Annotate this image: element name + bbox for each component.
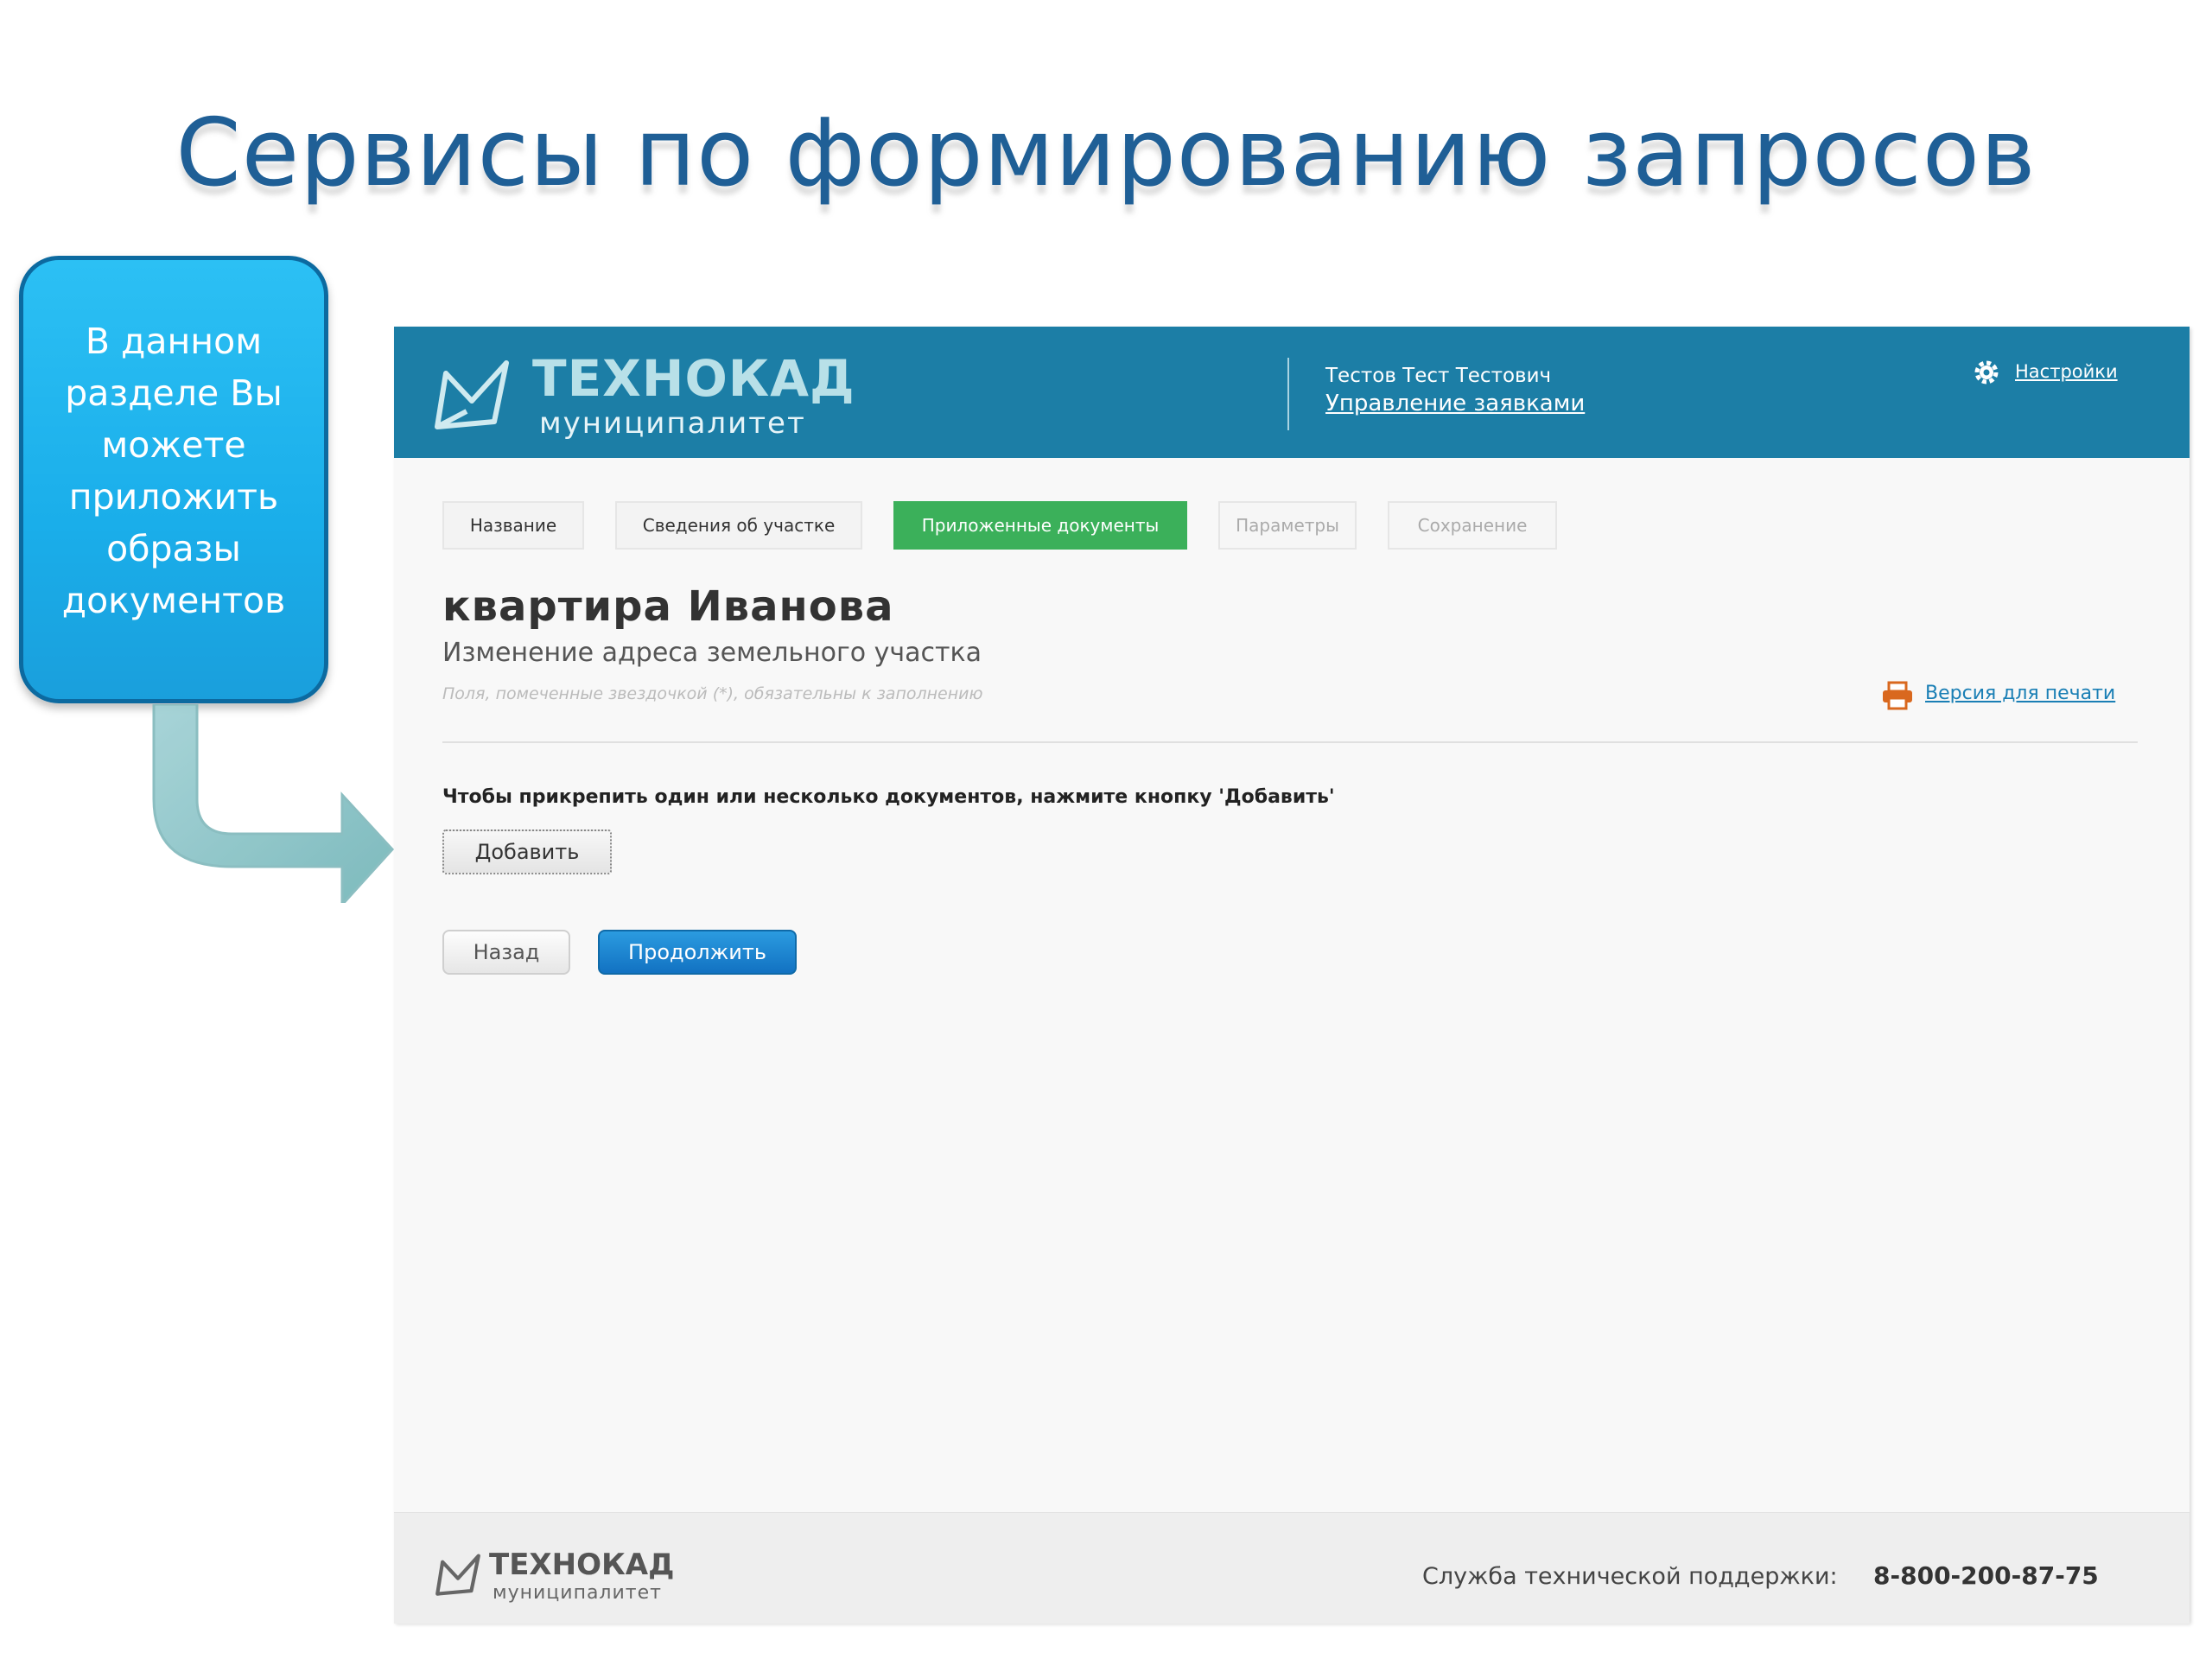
brand-subtitle: муниципалитет [539,406,806,441]
gear-icon[interactable] [1972,358,2001,387]
callout-box: В данном разделе Вы можете приложить обр… [19,256,328,703]
arrow-icon [152,704,395,903]
manage-requests-link[interactable]: Управление заявками [1325,391,1585,416]
back-button[interactable]: Назад [442,930,570,975]
header-divider [1287,358,1289,430]
brand-name[interactable]: ТЕХНОКАД [532,349,855,408]
footer-brand: ТЕХНОКАД [489,1548,675,1582]
tab-parameters[interactable]: Параметры [1218,501,1357,550]
required-fields-note: Поля, помеченные звездочкой (*), обязате… [442,684,983,703]
user-name: Тестов Тест Тестович [1325,365,1552,387]
continue-button[interactable]: Продолжить [598,930,797,975]
page-title: квартира Иванова [442,582,894,631]
tab-plot-info[interactable]: Сведения об участке [615,501,862,550]
footer-brand-subtitle: муниципалитет [493,1582,662,1604]
header-bar: ТЕХНОКАД муниципалитет Тестов Тест Тесто… [394,327,2190,458]
page-subtitle: Изменение адреса земельного участка [442,638,982,668]
tab-attached-documents[interactable]: Приложенные документы [893,501,1187,550]
divider [442,741,2138,743]
attach-instruction: Чтобы прикрепить один или несколько доку… [442,786,1335,808]
footer-logo-icon [435,1554,480,1596]
app-window: ТЕХНОКАД муниципалитет Тестов Тест Тесто… [394,327,2190,1624]
slide-title: Сервисы по формированию запросов [175,99,2037,207]
callout-text: В данном разделе Вы можете приложить обр… [61,321,286,621]
add-button[interactable]: Добавить [442,830,612,874]
support-label: Служба технической поддержки: [1422,1563,1838,1590]
support-phone: 8-800-200-87-75 [1873,1561,2099,1590]
printer-icon[interactable] [1880,681,1915,710]
footer: ТЕХНОКАД муниципалитет Служба техническо… [394,1512,2190,1624]
tab-name[interactable]: Название [442,501,584,550]
print-version-link[interactable]: Версия для печати [1925,683,2115,704]
logo-mark-icon [435,360,509,429]
tab-save[interactable]: Сохранение [1388,501,1557,550]
settings-link[interactable]: Настройки [2015,361,2118,382]
